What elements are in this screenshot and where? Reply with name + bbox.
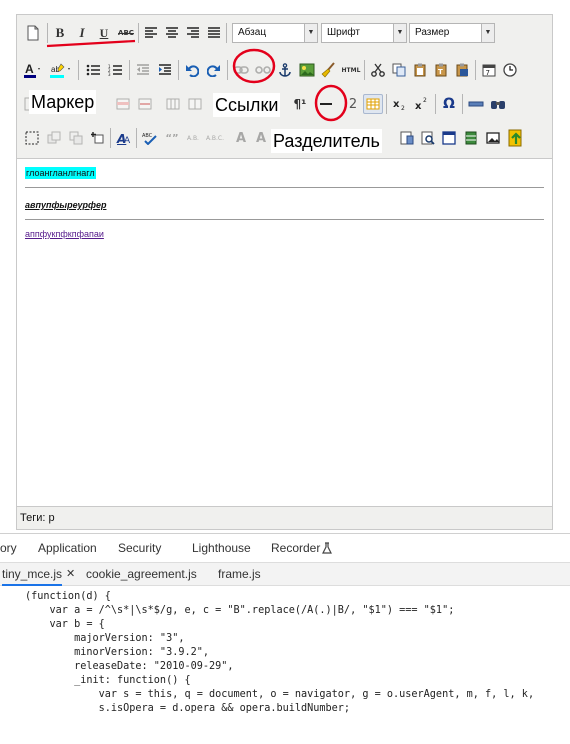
- code-line: var s = this, q = document, o = navigato…: [25, 689, 535, 700]
- tab-recorder[interactable]: Recorder: [271, 541, 320, 555]
- code-line: _init: function() {: [25, 675, 191, 686]
- underline-mark: [46, 39, 136, 48]
- code-line: majorVersion: "3",: [25, 633, 185, 644]
- file-tab-frame[interactable]: frame.js: [218, 567, 261, 581]
- devtools-panel: ory Application Security Lighthouse Reco…: [0, 533, 570, 718]
- code-line: minorVersion: "3.9.2",: [25, 647, 210, 658]
- devtools-panel-tabs: ory Application Security Lighthouse Reco…: [0, 534, 570, 562]
- code-line: s.isOpera = d.opera && opera.buildNumber…: [25, 703, 351, 714]
- file-tab-tiny-mce[interactable]: tiny_mce.js: [2, 567, 63, 586]
- horizontal-rule: [25, 219, 544, 220]
- annotation-overlay: [46, 39, 348, 122]
- code-line: releaseDate: "2010-09-29",: [25, 661, 234, 672]
- code-line: (function(d) {: [25, 591, 111, 602]
- status-path: Теги: p: [20, 512, 55, 524]
- highlighted-text: глоангланлгнагл: [25, 167, 96, 179]
- link-text[interactable]: аппфукпфкпфапаи: [25, 229, 104, 239]
- bold-italic-text: авпупфыреурфер: [25, 200, 107, 210]
- file-tabs: tiny_mce.js ✕ cookie_agreement.js frame.…: [0, 562, 570, 586]
- horizontal-rule: [25, 187, 544, 188]
- tab-application[interactable]: Application: [38, 541, 97, 555]
- code-line: var b = {: [25, 619, 105, 630]
- file-tab-cookie-agreement[interactable]: cookie_agreement.js: [86, 567, 197, 581]
- editor-content[interactable]: глоангланлгнагл авпупфыреурфер аппфукпфк…: [17, 158, 552, 507]
- tinymce-editor: B I U ABC Абзац ▼ Шрифт ▼ Размер ▼ A ab 123…: [16, 14, 553, 530]
- flask-icon: [322, 542, 332, 554]
- links-circle: [232, 48, 276, 84]
- tab-lighthouse[interactable]: Lighthouse: [192, 541, 251, 555]
- tab-security[interactable]: Security: [118, 541, 161, 555]
- code-line: var a = /^\s*|\s*$/g, e, c = "B".replace…: [25, 605, 455, 616]
- divider-circle: [314, 84, 348, 122]
- code-editor[interactable]: (function(d) { var a = /^\s*|\s*$/g, e, …: [0, 590, 570, 744]
- close-icon[interactable]: ✕: [66, 567, 75, 580]
- tab-memory[interactable]: ory: [0, 541, 17, 555]
